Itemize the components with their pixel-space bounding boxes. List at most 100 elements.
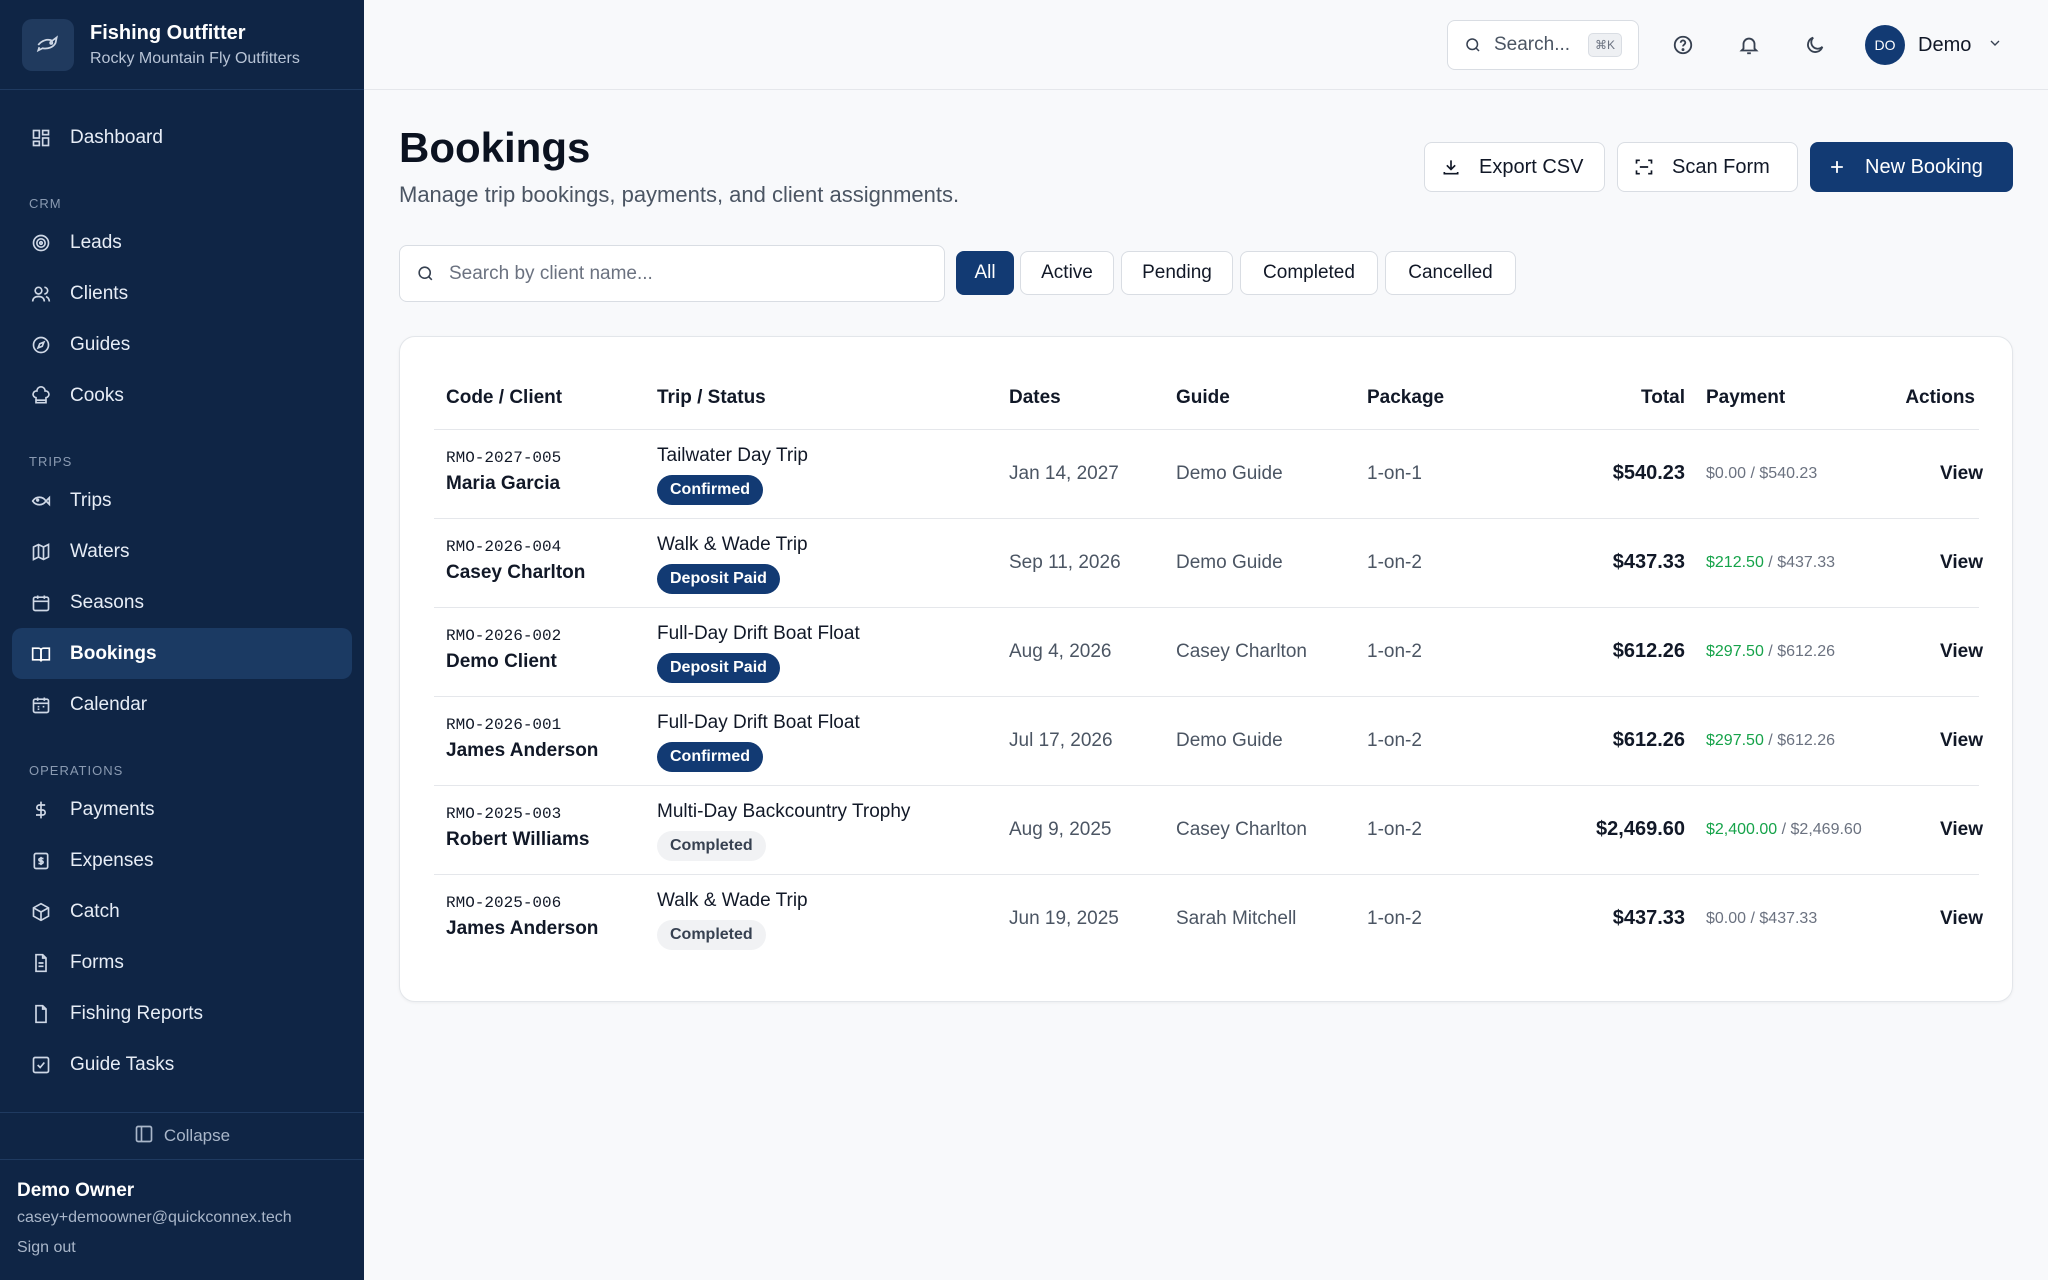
view-button[interactable]: View	[1909, 641, 1983, 663]
sidebar-item-catch[interactable]: Catch	[12, 886, 352, 937]
sidebar-item-label: Dashboard	[70, 126, 163, 148]
export-csv-button[interactable]: Export CSV	[1424, 142, 1605, 192]
table-row[interactable]: RMO-2025-003 Robert Williams Multi-Day Bac…	[434, 786, 1983, 875]
box-icon	[30, 901, 52, 923]
trip-name: Multi-Day Backcountry Trophy	[657, 801, 911, 822]
moon-icon[interactable]	[1798, 28, 1832, 62]
sidebar-item-guide-tasks[interactable]: Guide Tasks	[12, 1039, 352, 1090]
sidebar-item-cooks[interactable]: Cooks	[12, 370, 352, 421]
target-icon	[30, 232, 52, 254]
sign-out-link[interactable]: Sign out	[17, 1239, 347, 1257]
view-button[interactable]: View	[1909, 552, 1983, 574]
map-icon	[30, 541, 52, 563]
table-row[interactable]: RMO-2027-005 Maria Garcia Tailwater Day Tr…	[434, 430, 1983, 519]
global-search-input[interactable]: Search... ⌘K	[1447, 20, 1639, 70]
sidebar-item-payments[interactable]: Payments	[12, 784, 352, 835]
new-booking-button[interactable]: New Booking	[1810, 142, 2013, 192]
booking-code: RMO-2025-003	[446, 805, 562, 823]
booking-date: Jul 17, 2026	[1009, 730, 1113, 751]
column-header-payment: Payment	[1706, 387, 1786, 408]
filter-chip-completed[interactable]: Completed	[1240, 251, 1378, 295]
payment-status: $0.00 / $437.33	[1706, 910, 1817, 928]
fish-logo-icon	[22, 18, 74, 71]
code-client-cell: RMO-2027-005 Maria Garcia	[446, 449, 561, 495]
sidebar-item-forms[interactable]: Forms	[12, 937, 352, 988]
sidebar-item-label: Waters	[70, 540, 130, 562]
filter-chip-active[interactable]: Active	[1020, 251, 1114, 295]
column-header-dates: Dates	[1009, 387, 1061, 408]
booking-date: Jun 19, 2025	[1009, 908, 1119, 929]
collapse-sidebar-button[interactable]: Collapse	[0, 1112, 364, 1160]
sidebar-item-trips[interactable]: Trips	[12, 475, 352, 526]
collapse-label: Collapse	[163, 1126, 231, 1145]
booking-code: RMO-2026-001	[446, 716, 562, 734]
table-row[interactable]: RMO-2026-004 Casey Charlton Walk & Wade Tr…	[434, 519, 1983, 608]
guide-name: Sarah Mitchell	[1176, 908, 1297, 929]
sidebar-item-calendar[interactable]: Calendar	[12, 679, 352, 730]
filter-chip-all[interactable]: All	[956, 251, 1014, 295]
bell-icon[interactable]	[1732, 28, 1766, 62]
user-email: casey+demoowner@quickconnex.tech	[17, 1209, 292, 1226]
table-row[interactable]: RMO-2025-006 James Anderson Walk & Wade Tr…	[434, 875, 1983, 964]
filter-chip-pending[interactable]: Pending	[1121, 251, 1233, 295]
client-name: James Anderson	[446, 740, 599, 761]
sidebar-item-label: Trips	[70, 489, 112, 511]
users-icon	[30, 283, 52, 305]
sidebar-item-leads[interactable]: Leads	[12, 217, 352, 268]
amount-paid: $212.50	[1706, 554, 1764, 571]
trip-status-cell: Tailwater Day Trip Confirmed	[657, 445, 808, 505]
view-button[interactable]: View	[1909, 730, 1983, 752]
brand-title: Fishing Outfitter	[90, 21, 246, 44]
status-badge: Completed	[657, 920, 766, 950]
file-icon	[30, 1003, 52, 1025]
user-menu[interactable]: DO Demo	[1865, 25, 2003, 65]
brand-subtitle: Rocky Mountain Fly Outfitters	[90, 49, 300, 67]
client-search-placeholder: Search by client name...	[449, 262, 653, 284]
sidebar-item-waters[interactable]: Waters	[12, 526, 352, 577]
table-row[interactable]: RMO-2026-001 James Anderson Full-Day Drift…	[434, 697, 1983, 786]
guide-name: Casey Charlton	[1176, 819, 1307, 840]
status-badge: Deposit Paid	[657, 564, 780, 594]
booking-total: $612.26	[1612, 729, 1685, 751]
help-icon[interactable]	[1666, 28, 1700, 62]
file-text-icon	[30, 952, 52, 974]
booking-code: RMO-2027-005	[446, 449, 562, 467]
trip-status-cell: Full-Day Drift Boat Float Confirmed	[657, 712, 860, 772]
sidebar-item-guides[interactable]: Guides	[12, 319, 352, 370]
scan-icon	[1634, 157, 1654, 177]
sidebar-item-expenses[interactable]: Expenses	[12, 835, 352, 886]
global-search-placeholder: Search...	[1494, 34, 1571, 55]
code-client-cell: RMO-2026-004 Casey Charlton	[446, 538, 585, 584]
booking-total: $437.33	[1612, 551, 1685, 573]
trip-status-cell: Full-Day Drift Boat Float Deposit Paid	[657, 623, 860, 683]
status-badge: Confirmed	[657, 475, 763, 505]
status-badge: Confirmed	[657, 742, 763, 772]
sidebar-item-fishing-reports[interactable]: Fishing Reports	[12, 988, 352, 1039]
sidebar-item-label: Leads	[70, 231, 122, 253]
sidebar-item-dashboard[interactable]: Dashboard	[12, 112, 352, 163]
code-client-cell: RMO-2026-002 Demo Client	[446, 627, 561, 673]
client-search-input[interactable]: Search by client name...	[399, 245, 945, 302]
column-header-trip-status: Trip / Status	[657, 387, 766, 408]
booking-code: RMO-2025-006	[446, 894, 562, 912]
scan-form-button[interactable]: Scan Form	[1617, 142, 1798, 192]
booking-total: $540.23	[1612, 462, 1685, 484]
page-title: Bookings	[399, 124, 591, 171]
filter-chip-cancelled[interactable]: Cancelled	[1385, 251, 1516, 295]
trip-name: Full-Day Drift Boat Float	[657, 623, 860, 644]
view-button[interactable]: View	[1909, 463, 1983, 485]
download-icon	[1441, 157, 1461, 177]
code-client-cell: RMO-2025-003 Robert Williams	[446, 805, 589, 851]
sidebar-item-seasons[interactable]: Seasons	[12, 577, 352, 628]
sidebar-item-label: Catch	[70, 900, 120, 922]
view-button[interactable]: View	[1909, 908, 1983, 930]
sidebar-user: Demo Owner casey+demoowner@quickconnex.t…	[0, 1160, 364, 1277]
sidebar: Fishing Outfitter Rocky Mountain Fly Out…	[0, 0, 364, 1280]
sidebar-item-clients[interactable]: Clients	[12, 268, 352, 319]
sidebar-item-bookings[interactable]: Bookings	[12, 628, 352, 679]
fish-icon	[30, 490, 52, 512]
table-row[interactable]: RMO-2026-002 Demo Client Full-Day Drift Bo…	[434, 608, 1983, 697]
sidebar-item-label: Calendar	[70, 693, 148, 715]
page-subtitle: Manage trip bookings, payments, and clie…	[399, 182, 960, 207]
view-button[interactable]: View	[1909, 819, 1983, 841]
